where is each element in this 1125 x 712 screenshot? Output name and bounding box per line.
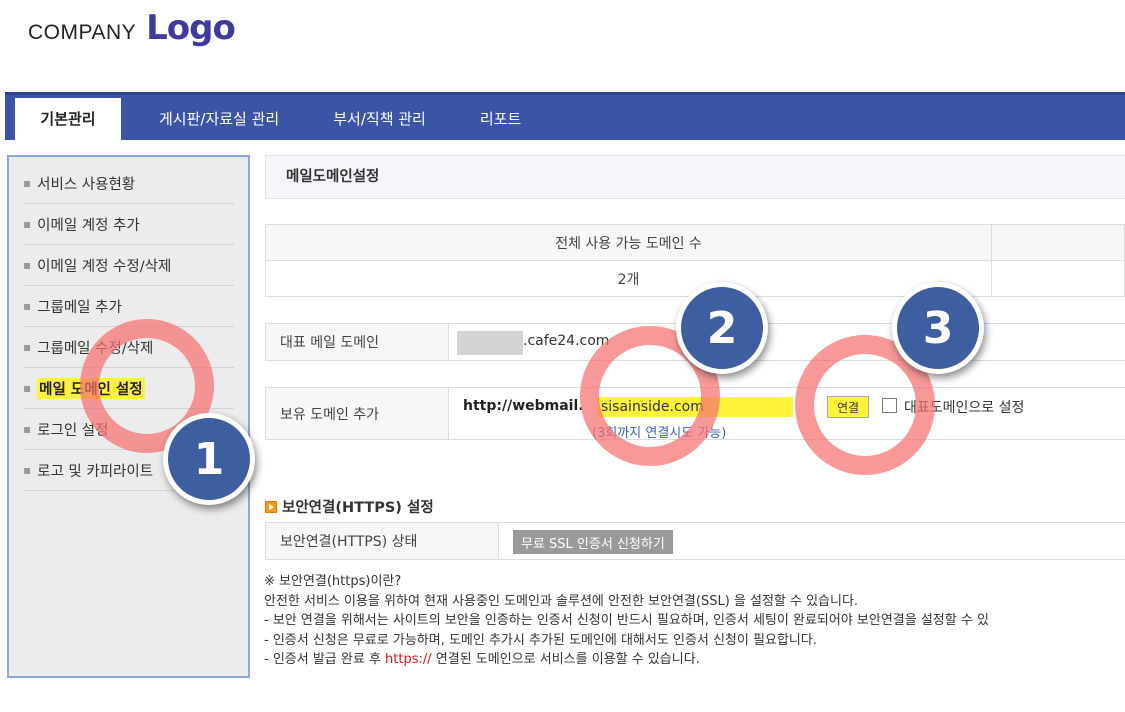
arrow-box-icon [265, 500, 277, 513]
sidebar-item-label: 로고 및 카피라이트 [37, 463, 154, 480]
https-status-row: 보안연결(HTTPS) 상태 무료 SSL 인증서 신청하기 [265, 522, 1125, 560]
bullet-icon: ▪ [23, 258, 32, 272]
sidebar-item-label: 서비스 사용현황 [37, 176, 136, 193]
ssl-apply-button[interactable]: 무료 SSL 인증서 신청하기 [513, 530, 673, 554]
add-domain-row: 보유 도메인 추가 http://webmail. 연결 대표도메인으로 설정 … [265, 387, 1125, 441]
add-domain-label: 보유 도메인 추가 [266, 388, 449, 439]
https-section-title: 보안연결(HTTPS) 설정 [265, 496, 434, 517]
sidebar-item-label: 메일 도메인 설정 [37, 377, 145, 399]
masked-domain-prefix [457, 331, 523, 355]
domain-count-value-extra [991, 260, 1125, 297]
bullet-icon: ▪ [23, 299, 32, 313]
bullet-icon: ▪ [23, 176, 32, 190]
company-logo: COMPANY Logo [28, 8, 236, 48]
https-status-label: 보안연결(HTTPS) 상태 [266, 523, 499, 559]
notes-line: - 인증서 발급 완료 후 https:// 연결된 도메인으로 서비스를 이용… [264, 650, 1124, 670]
notes-line4-pre: - 인증서 발급 완료 후 [264, 652, 386, 667]
sidebar-item-edit-email-account[interactable]: ▪ 이메일 계정 수정/삭제 [23, 245, 234, 286]
step-badge-2: 2 [676, 282, 768, 374]
webmail-prefix: http://webmail. [463, 398, 584, 414]
domain-count-table: 전체 사용 가능 도메인 수 2개 [265, 224, 1125, 297]
sidebar-item-edit-group-mail[interactable]: ▪ 그룹메일 수정/삭제 [23, 327, 234, 368]
domain-count-header: 전체 사용 가능 도메인 수 [265, 224, 992, 261]
sidebar-item-label: 그룹메일 수정/삭제 [37, 340, 154, 357]
domain-count-header-extra [991, 224, 1125, 261]
primary-domain-suffix: .cafe24.com [523, 333, 610, 349]
bullet-icon: ▪ [23, 340, 32, 354]
connect-attempt-hint: (3회까지 연결시도 가능) [592, 426, 727, 441]
notes-line: 안전한 서비스 이용을 위하여 현재 사용중인 도메인과 솔루션에 안전한 보안… [264, 593, 859, 609]
set-primary-checkbox[interactable] [882, 398, 897, 413]
bullet-icon: ▪ [23, 381, 32, 395]
domain-input[interactable] [597, 397, 793, 417]
page-title: 메일도메인설정 [265, 155, 1125, 199]
https-notes: ※ 보안연결(https)이란? 안전한 서비스 이용을 위하여 현재 사용중인… [264, 572, 1124, 670]
step-badge-1: 1 [163, 413, 255, 505]
step-badge-3: 3 [892, 282, 984, 374]
sidebar-item-add-email-account[interactable]: ▪ 이메일 계정 추가 [23, 204, 234, 245]
tab-board-management[interactable]: 게시판/자료실 관리 [141, 98, 297, 140]
primary-domain-label: 대표 메일 도메인 [266, 324, 449, 360]
set-primary-label: 대표도메인으로 설정 [904, 400, 1025, 416]
bullet-icon: ▪ [23, 463, 32, 477]
sidebar-item-label: 이메일 계정 추가 [37, 217, 140, 234]
bullet-icon: ▪ [23, 217, 32, 231]
tab-report[interactable]: 리포트 [462, 98, 539, 140]
notes-line: - 보안 연결을 위해서는 사이트의 보안을 인증하는 인증서 신청이 반드시 … [264, 613, 989, 628]
sidebar-item-mail-domain-settings[interactable]: ▪ 메일 도메인 설정 [23, 368, 234, 409]
top-nav: 기본관리 게시판/자료실 관리 부서/직책 관리 리포트 [5, 92, 1125, 140]
domain-count-value: 2개 [265, 260, 992, 297]
sidebar-item-service-usage[interactable]: ▪ 서비스 사용현황 [23, 163, 234, 204]
connect-button[interactable]: 연결 [827, 396, 869, 418]
notes-heading: ※ 보안연결(https)이란? [264, 574, 402, 589]
https-highlight: https:// [385, 652, 432, 667]
tab-department-management[interactable]: 부서/직책 관리 [315, 98, 444, 140]
sidebar-item-label: 이메일 계정 수정/삭제 [37, 258, 172, 275]
logo-mark-text: Logo [146, 8, 236, 48]
notes-line: - 인증서 신청은 무료로 가능하며, 도메인 추가시 추가된 도메인에 대해서… [264, 632, 817, 648]
logo-company-text: COMPANY [28, 21, 137, 44]
sidebar-item-add-group-mail[interactable]: ▪ 그룹메일 추가 [23, 286, 234, 327]
tab-basic-management[interactable]: 기본관리 [15, 98, 121, 140]
https-section-title-text: 보안연결(HTTPS) 설정 [282, 500, 434, 516]
bullet-icon: ▪ [23, 422, 32, 436]
sidebar-item-label: 로그인 설정 [37, 422, 109, 439]
notes-line4-post: 연결된 도메인으로 서비스를 이용할 수 있습니다. [431, 652, 700, 667]
sidebar-item-label: 그룹메일 추가 [37, 299, 122, 316]
